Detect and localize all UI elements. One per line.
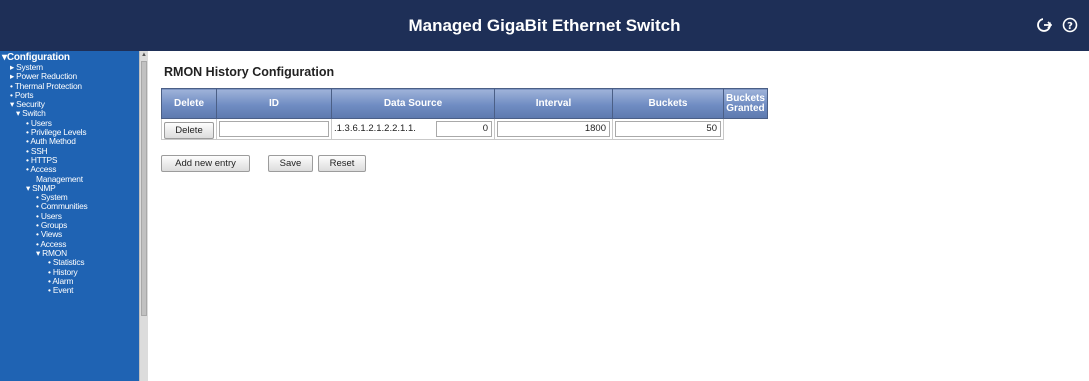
sidebar-menu: ▾Configuration ▸ System ▸ Power Reduction •…: [0, 51, 148, 381]
top-banner: Managed GigaBit Ethernet Switch ?: [0, 0, 1089, 51]
add-new-entry-button[interactable]: Add new entry: [161, 155, 250, 172]
table-row: Delete .1.3.6.1.2.1.2.2.1.1. 0 1800 50: [161, 118, 768, 140]
table-header-row: Delete ID Data Source Interval Buckets B…: [161, 88, 768, 119]
scroll-up-arrow-icon[interactable]: ▲: [141, 52, 147, 58]
app-title: Managed GigaBit Ethernet Switch: [408, 16, 681, 35]
sidebar-item[interactable]: ▾ Switch: [0, 109, 139, 119]
id-cell: [216, 118, 332, 140]
sidebar-item[interactable]: Management: [0, 174, 139, 184]
sidebar-item[interactable]: • Auth Method: [0, 137, 139, 147]
data-source-cell: .1.3.6.1.2.1.2.2.1.1. 0: [331, 118, 495, 140]
buckets-cell: 50: [612, 118, 724, 140]
page-title: RMON History Configuration: [164, 65, 335, 79]
svg-text:?: ?: [1067, 21, 1073, 32]
col-buckets-granted-header: Buckets Granted: [723, 88, 768, 119]
scrollbar-thumb[interactable]: [141, 61, 147, 316]
help-icon[interactable]: ?: [1062, 17, 1078, 33]
data-source-input[interactable]: 0: [436, 120, 492, 137]
col-id-header: ID: [216, 88, 332, 119]
rmon-history-table: Delete ID Data Source Interval Buckets B…: [161, 88, 768, 140]
col-data-source-header: Data Source: [331, 88, 495, 119]
buckets-granted-line2: Granted: [726, 102, 765, 114]
reset-button[interactable]: Reset: [318, 155, 366, 172]
save-button[interactable]: Save: [268, 155, 313, 172]
col-buckets-header: Buckets: [612, 88, 724, 119]
sidebar-item[interactable]: • Views: [0, 230, 139, 240]
col-delete-header: Delete: [161, 88, 217, 119]
sidebar-item[interactable]: • SSH: [0, 146, 139, 156]
delete-cell: Delete: [161, 118, 217, 140]
buckets-input[interactable]: 50: [615, 121, 721, 137]
sidebar-item[interactable]: • Communities: [0, 202, 139, 212]
sidebar-item[interactable]: • HTTPS: [0, 155, 139, 165]
sidebar-scrollbar[interactable]: ▲: [139, 51, 148, 381]
delete-button[interactable]: Delete: [164, 121, 214, 139]
sidebar-nav-tree: ▾Configuration ▸ System ▸ Power Reduction •…: [0, 53, 139, 295]
buckets-granted-cell: [724, 119, 768, 140]
data-source-prefix: .1.3.6.1.2.1.2.2.1.1.: [334, 123, 416, 135]
sidebar-item[interactable]: • Event: [0, 285, 139, 295]
col-interval-header: Interval: [494, 88, 613, 119]
interval-cell: 1800: [494, 118, 613, 140]
sidebar-item[interactable]: • Users: [0, 211, 139, 221]
sidebar-item[interactable]: ▾ SNMP: [0, 183, 139, 193]
logout-icon[interactable]: [1036, 17, 1052, 33]
sidebar-item[interactable]: • Groups: [0, 220, 139, 230]
sidebar-item[interactable]: • Access: [0, 239, 139, 249]
id-input[interactable]: [219, 121, 329, 137]
interval-input[interactable]: 1800: [497, 121, 610, 137]
